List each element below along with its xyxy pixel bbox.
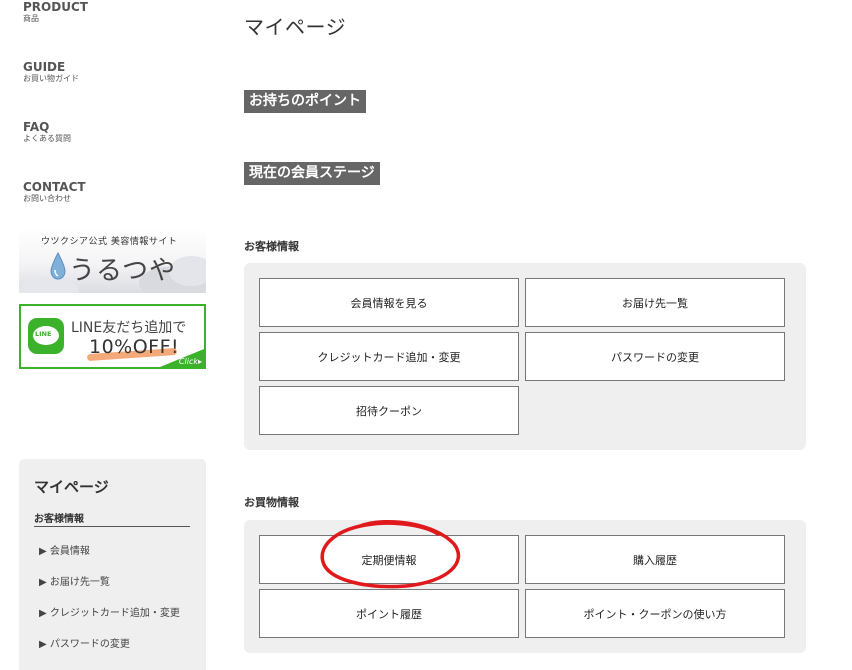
nav-guide[interactable]: GUIDE お買い物ガイド (23, 60, 79, 84)
sidebar-link-credit-card[interactable]: ▶ クレジットカード追加・変更 (39, 604, 180, 619)
purchase-history-button[interactable]: 購入履歴 (525, 535, 785, 584)
line-banner[interactable]: LINE LINE友だち追加で 10%OFF! Click▸ (19, 304, 206, 369)
shopping-info-panel: 定期便情報 購入履歴 ポイント履歴 ポイント・クーポンの使い方 (244, 520, 806, 653)
member-stage-label: 現在の会員ステージ (244, 162, 380, 185)
sidebar-mypage: マイページ お客様情報 ▶ 会員情報 ▶ お届け先一覧 ▶ クレジットカード追加… (19, 459, 206, 670)
credit-card-button[interactable]: クレジットカード追加・変更 (259, 332, 519, 381)
customer-info-heading: お客様情報 (244, 240, 299, 253)
address-list-button[interactable]: お届け先一覧 (525, 278, 785, 327)
nav-product-sub: 商品 (23, 14, 39, 23)
page-title: マイページ (244, 15, 347, 39)
line-app-icon: LINE (28, 318, 64, 354)
points-label: お持ちのポイント (244, 90, 366, 113)
nav-contact-label: CONTACT (23, 180, 86, 194)
nav-contact-sub: お問い合わせ (23, 194, 71, 203)
change-password-button[interactable]: パスワードの変更 (525, 332, 785, 381)
point-history-button[interactable]: ポイント履歴 (259, 589, 519, 638)
water-drop-icon (50, 252, 66, 280)
urutsuya-banner-caption: ウツクシア公式 美容情報サイト (41, 237, 178, 247)
point-coupon-guide-button[interactable]: ポイント・クーポンの使い方 (525, 589, 785, 638)
urutsuya-logo: うるつや (69, 256, 176, 286)
invite-coupon-button[interactable]: 招待クーポン (259, 386, 519, 435)
nav-product[interactable]: PRODUCT 商品 (23, 0, 88, 24)
line-banner-text: LINE友だち追加で (71, 320, 187, 336)
urutsuya-banner[interactable]: ウツクシア公式 美容情報サイト うるつや (19, 228, 206, 293)
nav-contact[interactable]: CONTACT お問い合わせ (23, 180, 86, 204)
nav-faq-sub: よくある質問 (23, 134, 71, 143)
sidebar-link-member-info[interactable]: ▶ 会員情報 (39, 542, 90, 557)
click-label: Click▸ (178, 357, 202, 366)
shopping-info-heading: お買物情報 (244, 496, 299, 509)
customer-info-panel: 会員情報を見る お届け先一覧 クレジットカード追加・変更 パスワードの変更 招待… (244, 263, 806, 450)
sidebar-title: マイページ (34, 478, 109, 496)
sidebar-link-password[interactable]: ▶ パスワードの変更 (39, 635, 130, 650)
subscription-info-button[interactable]: 定期便情報 (259, 535, 519, 584)
view-member-info-button[interactable]: 会員情報を見る (259, 278, 519, 327)
nav-guide-sub: お買い物ガイド (23, 74, 79, 83)
nav-faq-label: FAQ (23, 120, 50, 134)
nav-product-label: PRODUCT (23, 0, 88, 14)
sidebar-section-heading: お客様情報 (34, 510, 190, 527)
nav-faq[interactable]: FAQ よくある質問 (23, 120, 71, 144)
nav-guide-label: GUIDE (23, 60, 66, 74)
sidebar-link-addresses[interactable]: ▶ お届け先一覧 (39, 573, 110, 588)
